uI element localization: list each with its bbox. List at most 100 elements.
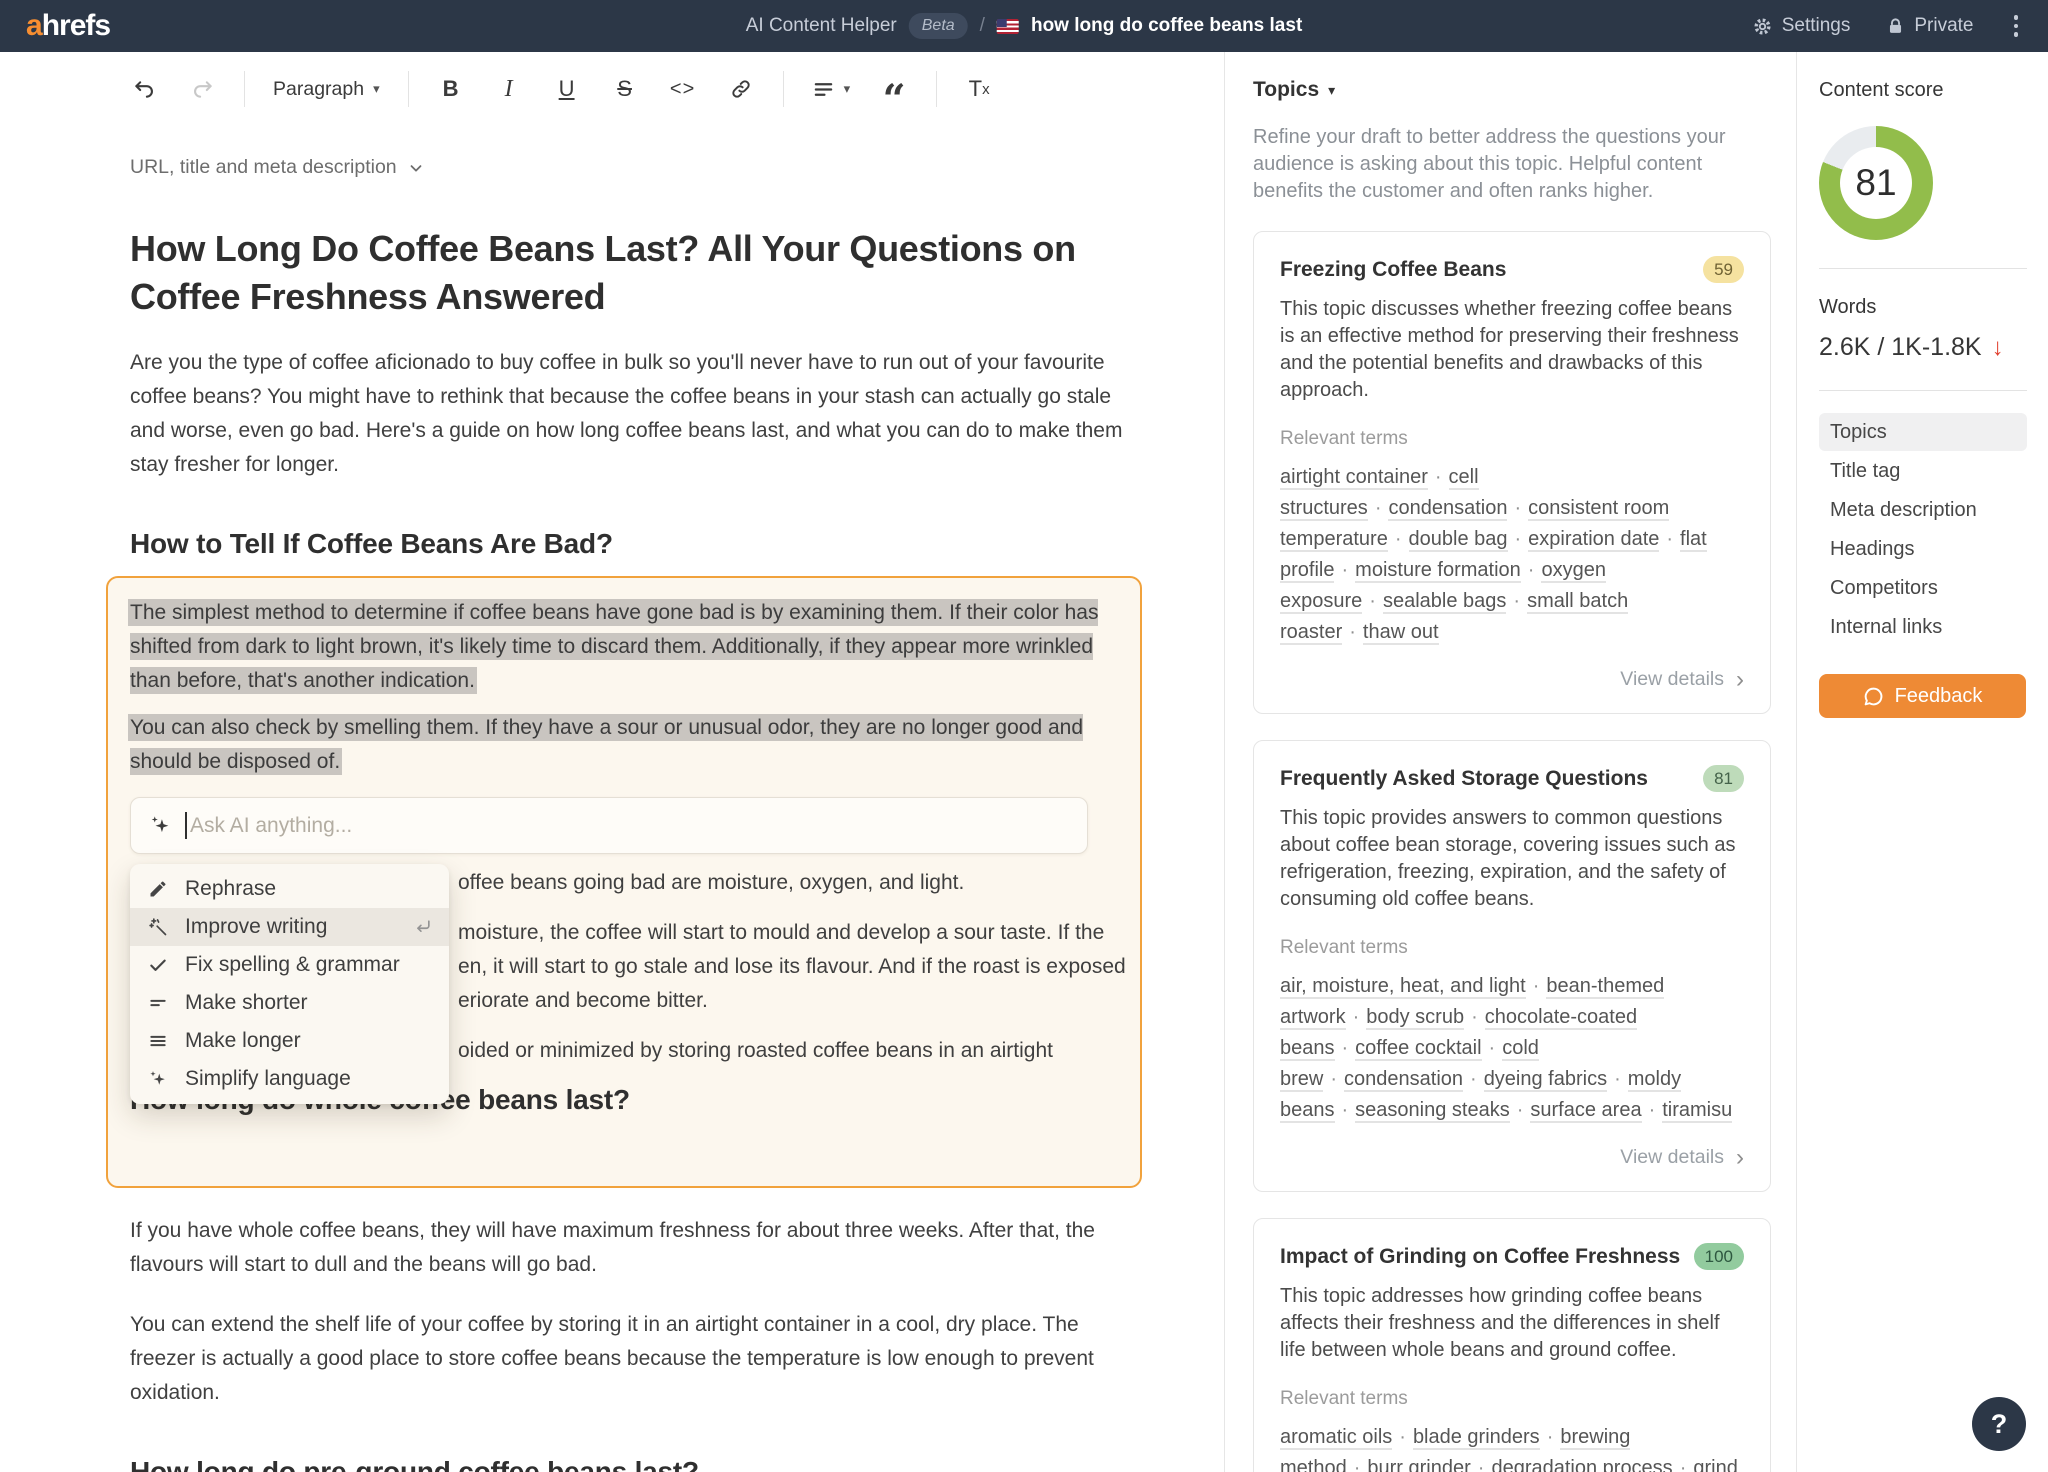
- term-separator: ·: [1546, 1426, 1554, 1448]
- term-separator: ·: [1477, 1457, 1485, 1472]
- term-separator: ·: [1679, 1457, 1687, 1472]
- ai-menu-item-fix-spelling-grammar[interactable]: Fix spelling & grammar: [130, 946, 449, 984]
- term-separator: ·: [1394, 528, 1402, 550]
- undo-button[interactable]: [122, 68, 166, 110]
- top-navbar: ahrefs AI Content Helper Beta / how long…: [0, 0, 2048, 52]
- settings-button[interactable]: Settings: [1752, 15, 1850, 37]
- sidebar-nav-meta-description[interactable]: Meta description: [1819, 491, 2027, 529]
- lengthen-icon: [146, 1031, 170, 1051]
- relevant-terms-label: Relevant terms: [1280, 428, 1408, 449]
- view-details-link[interactable]: View details ›: [1280, 1145, 1744, 1169]
- topic-card: Impact of Grinding on Coffee Freshness 10…: [1253, 1218, 1771, 1472]
- term-separator: ·: [1666, 528, 1674, 550]
- underline-button[interactable]: U: [545, 68, 589, 110]
- relevant-term[interactable]: moisture formation: [1355, 559, 1521, 583]
- relevant-term[interactable]: degradation process: [1491, 1457, 1673, 1472]
- topics-dropdown[interactable]: Topics ▾: [1253, 78, 1770, 102]
- sidebar-nav-competitors[interactable]: Competitors: [1819, 569, 2027, 607]
- selected-text: The simplest method to determine if coff…: [130, 601, 1099, 693]
- term-separator: ·: [1513, 590, 1521, 612]
- term-separator: ·: [1488, 1037, 1496, 1059]
- alignment-dropdown[interactable]: ▾: [804, 68, 859, 110]
- document-body[interactable]: URL, title and meta description How Long…: [0, 126, 1142, 1472]
- more-options-menu[interactable]: [2010, 11, 2023, 41]
- term-separator: ·: [1341, 1099, 1349, 1121]
- term-separator: ·: [1648, 1099, 1656, 1121]
- ai-menu-item-make-shorter[interactable]: Make shorter: [130, 984, 449, 1022]
- align-left-icon: [814, 82, 832, 96]
- term-separator: ·: [1470, 1068, 1477, 1090]
- score-sidebar: Content score 81 Words 2.6K / 1K-1.8K ↓ …: [1797, 52, 2047, 1472]
- ai-menu-item-rephrase[interactable]: Rephrase: [130, 870, 449, 908]
- content-score-value: 81: [1855, 162, 1897, 203]
- ai-actions-menu: Rephrase Improve writing Fix spelling & gr…: [130, 864, 449, 1105]
- topic-score-badge: 59: [1703, 256, 1744, 283]
- sidebar-nav-title-tag[interactable]: Title tag: [1819, 452, 2027, 490]
- italic-button[interactable]: I: [487, 68, 531, 110]
- feedback-button[interactable]: Feedback: [1819, 674, 2026, 718]
- clear-formatting-button[interactable]: Tx: [957, 68, 1001, 110]
- term-separator: ·: [1341, 1037, 1349, 1059]
- app-title: AI Content Helper: [745, 15, 897, 36]
- words-label: Words: [1819, 296, 1877, 318]
- sidebar-nav-headings[interactable]: Headings: [1819, 530, 2027, 568]
- term-separator: ·: [1369, 590, 1376, 612]
- relevant-term[interactable]: condensation: [1388, 497, 1508, 521]
- relevant-terms-list: aromatic oils · blade grinders · brewing met…: [1280, 1422, 1744, 1472]
- sparkle-icon: [146, 1069, 170, 1089]
- relevant-term[interactable]: burr grinder: [1367, 1457, 1471, 1472]
- selected-text: You can also check by smelling them. If …: [130, 716, 1083, 774]
- relevant-term[interactable]: seasoning steaks: [1355, 1099, 1510, 1123]
- relevant-term[interactable]: thaw out: [1362, 621, 1439, 645]
- gear-icon: [1754, 17, 1771, 35]
- url-meta-toggle[interactable]: URL, title and meta description: [130, 156, 1130, 179]
- relevant-term[interactable]: aromatic oils: [1280, 1426, 1393, 1450]
- term-separator: ·: [1532, 975, 1540, 997]
- ai-menu-item-simplify-language[interactable]: Simplify language: [130, 1060, 449, 1098]
- paragraph-style-dropdown[interactable]: Paragraph ▾: [265, 68, 388, 110]
- relevant-term[interactable]: body scrub: [1366, 1006, 1465, 1030]
- redo-button[interactable]: [180, 68, 224, 110]
- ai-menu-item-label: Fix spelling & grammar: [185, 953, 400, 977]
- obscured-text-line: oided or minimized by storing roasted co…: [458, 1039, 1053, 1063]
- ai-menu-item-label: Make shorter: [185, 991, 308, 1015]
- sidebar-nav-topics[interactable]: Topics: [1819, 413, 2027, 451]
- relevant-term[interactable]: blade grinders: [1412, 1426, 1540, 1450]
- text-cursor: [185, 812, 187, 840]
- relevant-term[interactable]: double bag: [1408, 528, 1508, 552]
- topic-card: Freezing Coffee Beans 59 This topic discus…: [1253, 231, 1771, 714]
- relevant-terms-label: Relevant terms: [1280, 1388, 1408, 1409]
- chat-bubble-icon: [1864, 687, 1882, 705]
- link-button[interactable]: [719, 68, 763, 110]
- bold-button[interactable]: B: [429, 68, 473, 110]
- blockquote-button[interactable]: “: [872, 68, 916, 120]
- document-title[interactable]: how long do coffee beans last: [1031, 15, 1302, 37]
- strikethrough-button[interactable]: S: [603, 68, 647, 110]
- relevant-terms-list: air, moisture, heat, and light · bean-them…: [1280, 971, 1744, 1126]
- relevant-term[interactable]: tiramisu: [1662, 1099, 1733, 1123]
- ai-menu-item-improve-writing[interactable]: Improve writing: [130, 908, 449, 947]
- undo-icon: [134, 80, 153, 98]
- chevron-down-icon: [410, 164, 422, 172]
- code-button[interactable]: <>: [661, 68, 705, 110]
- relevant-term[interactable]: condensation: [1344, 1068, 1464, 1092]
- term-separator: ·: [1514, 528, 1522, 550]
- ahrefs-logo[interactable]: ahrefs: [26, 9, 111, 43]
- relevant-term[interactable]: dyeing fabrics: [1483, 1068, 1608, 1092]
- private-button[interactable]: Private: [1886, 15, 1974, 37]
- term-separator: ·: [1399, 1426, 1406, 1448]
- relevant-term[interactable]: airtight container: [1280, 466, 1428, 490]
- relevant-term[interactable]: expiration date: [1528, 528, 1660, 552]
- ai-menu-item-make-longer[interactable]: Make longer: [130, 1022, 449, 1060]
- content-score-donut: 81: [1819, 126, 1933, 240]
- ask-ai-input[interactable]: Ask AI anything...: [130, 797, 1088, 855]
- topic-card: Frequently Asked Storage Questions 81 This…: [1253, 740, 1771, 1192]
- relevant-term[interactable]: surface area: [1530, 1099, 1642, 1123]
- sidebar-nav-internal-links[interactable]: Internal links: [1819, 608, 2027, 646]
- relevant-term[interactable]: coffee cocktail: [1355, 1037, 1482, 1061]
- view-details-link[interactable]: View details ›: [1280, 667, 1744, 691]
- return-key-icon: [413, 917, 433, 937]
- help-button[interactable]: ?: [1972, 1397, 2026, 1451]
- relevant-term[interactable]: air, moisture, heat, and light: [1280, 975, 1526, 999]
- relevant-term[interactable]: sealable bags: [1382, 590, 1507, 614]
